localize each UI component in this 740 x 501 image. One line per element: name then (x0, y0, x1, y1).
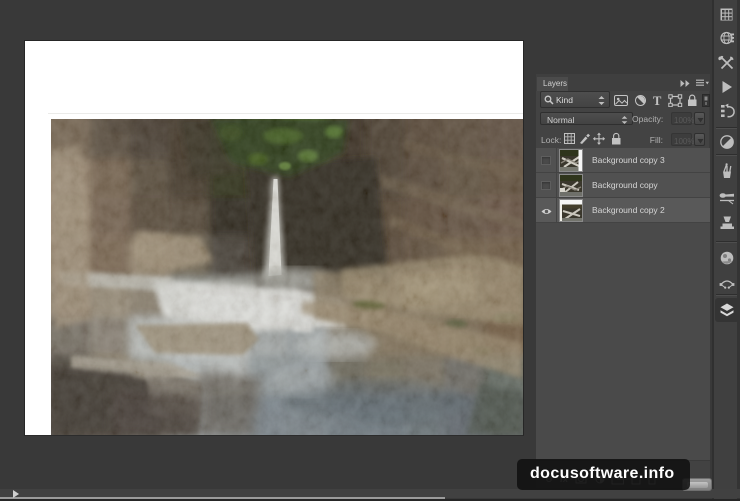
svg-text:T: T (653, 94, 662, 107)
